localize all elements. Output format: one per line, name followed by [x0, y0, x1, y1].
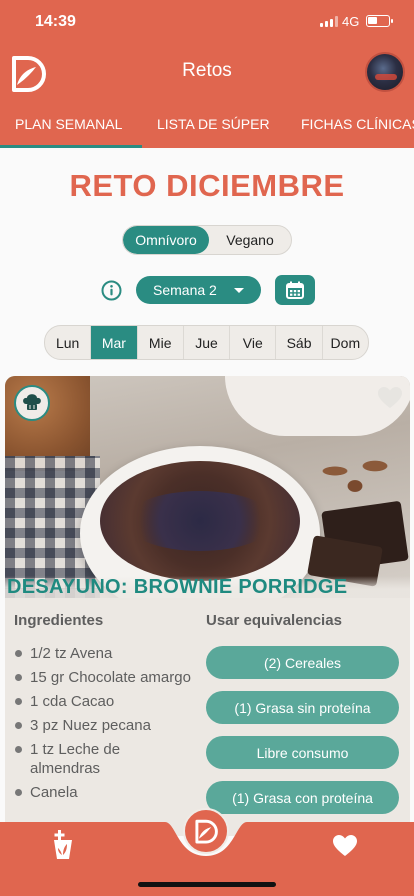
- avatar[interactable]: [365, 52, 405, 92]
- diet-toggle: Omnívoro Vegano: [122, 225, 292, 255]
- calendar-icon: [286, 281, 304, 299]
- ingredient-item: 1 tz Leche de almendras: [14, 740, 194, 778]
- battery-icon: [366, 15, 393, 27]
- battery-level: [368, 17, 377, 24]
- ingredient-item: 15 gr Chocolate amargo: [14, 668, 194, 687]
- logo-icon: [195, 819, 218, 844]
- caret-down-icon: [234, 288, 244, 293]
- week-select[interactable]: Semana 2: [136, 276, 261, 304]
- tab-bar: PLAN SEMANAL LISTA DE SÚPER FICHAS CLÍNI…: [0, 100, 414, 148]
- add-food-icon[interactable]: [51, 828, 77, 860]
- network-label: 4G: [342, 14, 360, 29]
- status-bar: 14:39 4G: [0, 0, 414, 44]
- ingredients-list: 1/2 tz Avena 15 gr Chocolate amargo 1 cd…: [14, 644, 194, 807]
- equivalences-heading: Usar equivalencias: [206, 612, 342, 629]
- diet-option-omnivoro[interactable]: Omnívoro: [123, 226, 209, 254]
- equivalence-button-cereales[interactable]: (2) Cereales: [206, 646, 399, 679]
- home-indicator: [138, 882, 276, 887]
- ingredient-item: Canela: [14, 783, 194, 802]
- tab-fichas-clinicas[interactable]: FICHAS CLÍNICAS: [301, 116, 414, 132]
- calendar-button[interactable]: [275, 275, 315, 305]
- signal-icon: [320, 16, 338, 27]
- chef-hat-icon: [23, 394, 41, 410]
- week-select-value: Semana 2: [153, 282, 217, 298]
- app-header: 14:39 4G Retos PLAN SEMANAL LISTA DE SÚP…: [0, 0, 414, 148]
- day-jue[interactable]: Jue: [184, 326, 231, 359]
- day-sab[interactable]: Sáb: [276, 326, 323, 359]
- meal-title: DESAYUNO: BROWNIE PORRIDGE: [5, 576, 410, 600]
- info-icon[interactable]: [101, 280, 122, 301]
- day-dom[interactable]: Dom: [323, 326, 368, 359]
- day-lun[interactable]: Lun: [45, 326, 92, 359]
- page-title: Retos: [182, 60, 232, 81]
- ingredient-item: 1 cda Cacao: [14, 692, 194, 711]
- day-selector: Lun Mar Mie Jue Vie Sáb Dom: [44, 325, 369, 360]
- meal-photo: [5, 376, 410, 598]
- diet-option-vegano[interactable]: Vegano: [209, 226, 291, 254]
- equivalence-button-grasa-sin-proteina[interactable]: (1) Grasa sin proteína: [206, 691, 399, 724]
- day-mie[interactable]: Mie: [138, 326, 184, 359]
- chef-hat-button[interactable]: [14, 385, 50, 421]
- tab-lista-de-super[interactable]: LISTA DE SÚPER: [157, 116, 270, 132]
- meal-card[interactable]: DESAYUNO: BROWNIE PORRIDGE Ingredientes …: [5, 376, 410, 836]
- home-button[interactable]: [183, 808, 229, 854]
- ingredients-heading: Ingredientes: [14, 612, 104, 629]
- day-mar[interactable]: Mar: [91, 326, 138, 359]
- ingredient-item: 1/2 tz Avena: [14, 644, 194, 663]
- status-time: 14:39: [35, 13, 76, 30]
- heart-outline-icon[interactable]: [377, 386, 403, 410]
- tab-plan-semanal[interactable]: PLAN SEMANAL: [15, 116, 122, 132]
- day-vie[interactable]: Vie: [230, 326, 277, 359]
- challenge-title: RETO DICIEMBRE: [69, 168, 345, 203]
- equivalence-button-grasa-con-proteina[interactable]: (1) Grasa con proteína: [206, 781, 399, 814]
- ingredient-item: 3 pz Nuez pecana: [14, 716, 194, 735]
- heart-icon[interactable]: [332, 834, 358, 858]
- equivalence-button-libre-consumo[interactable]: Libre consumo: [206, 736, 399, 769]
